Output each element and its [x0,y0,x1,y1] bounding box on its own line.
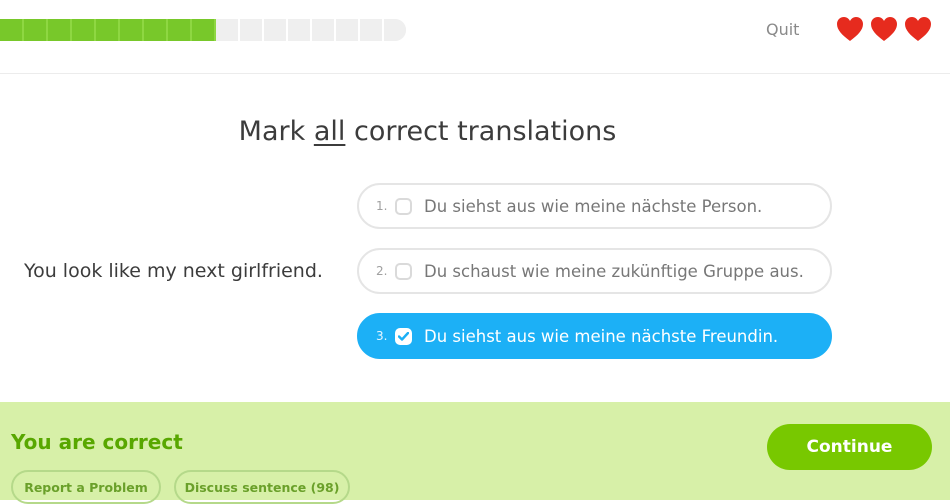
progress-segment-remaining [288,19,312,41]
progress-segment-remaining [336,19,360,41]
progress-segment-complete [96,19,120,41]
lesson-progress-bar [0,19,406,41]
translation-option-1[interactable]: 1. Du siehst aus wie meine nächste Perso… [357,183,832,229]
title-emphasis: all [313,116,346,147]
checkmark-icon [398,331,409,341]
heart-icon [904,16,932,42]
quit-button[interactable]: Quit [766,20,799,39]
hearts-lives [836,16,932,42]
checkbox-icon[interactable] [395,197,412,215]
heart-icon [870,16,898,42]
progress-segment-remaining [384,19,406,41]
report-problem-button[interactable]: Report a Problem [11,470,161,504]
top-bar: Quit [0,0,950,74]
translation-option-2[interactable]: 2. Du schaust wie meine zukünftige Grupp… [357,248,832,294]
option-number: 2. [376,264,388,278]
progress-segment-complete [0,19,24,41]
option-text: Du siehst aus wie meine nächste Person. [424,196,763,216]
progress-segment-complete [192,19,216,41]
progress-segment-complete [48,19,72,41]
progress-segment-remaining [312,19,336,41]
progress-segment-complete [144,19,168,41]
option-text: Du schaust wie meine zukünftige Gruppe a… [424,261,804,281]
title-text-after: correct translations [345,116,617,147]
title-text-before: Mark [238,116,314,147]
continue-button[interactable]: Continue [767,424,932,470]
progress-segment-complete [120,19,144,41]
progress-segment-complete [24,19,48,41]
checkbox-icon[interactable] [395,262,412,280]
option-number: 3. [376,329,388,343]
exercise-title: Mark all correct translations [0,116,855,147]
result-message: You are correct [11,430,183,454]
progress-segment-remaining [216,19,240,41]
option-number: 1. [376,199,388,213]
translation-option-3[interactable]: 3. Du siehst aus wie meine nächste Freun… [357,313,832,359]
result-footer: You are correct Continue Report a Proble… [0,402,950,504]
progress-segment-complete [168,19,192,41]
progress-segment-remaining [240,19,264,41]
source-sentence: You look like my next girlfriend. [24,260,323,282]
checkbox-icon[interactable] [395,327,412,345]
discuss-sentence-button[interactable]: Discuss sentence (98) [174,470,350,504]
heart-icon [836,16,864,42]
progress-segment-remaining [264,19,288,41]
progress-segment-remaining [360,19,384,41]
option-text: Du siehst aus wie meine nächste Freundin… [424,326,779,346]
progress-segment-complete [72,19,96,41]
